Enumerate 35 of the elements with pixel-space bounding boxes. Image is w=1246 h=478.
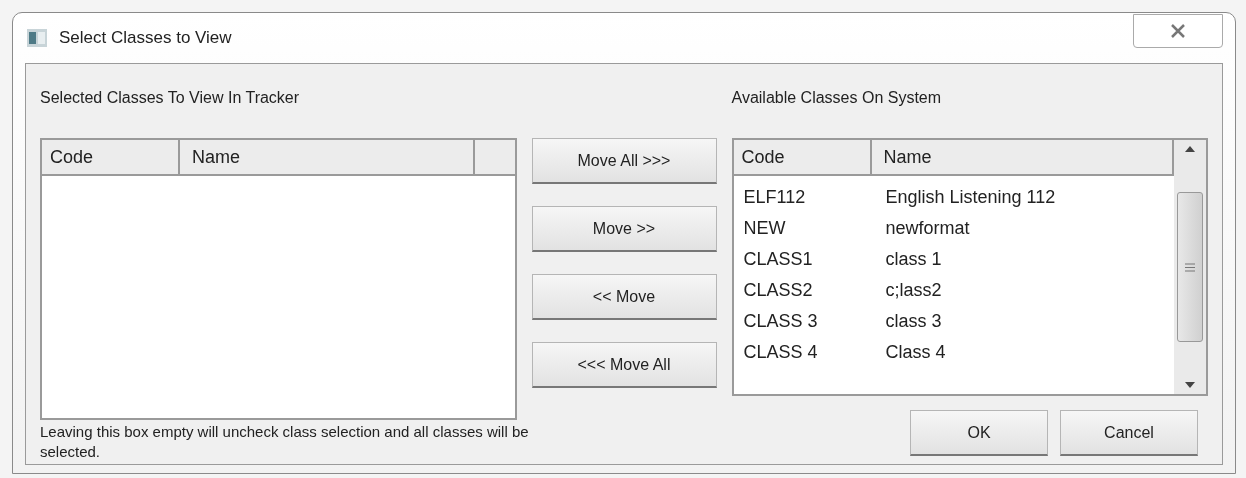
class-name[interactable]: c;lass2 bbox=[871, 277, 956, 304]
class-code[interactable]: CLASS 3 bbox=[733, 308, 872, 335]
scrollbar[interactable] bbox=[1174, 140, 1206, 394]
class-name[interactable]: class 3 bbox=[871, 308, 956, 335]
close-icon bbox=[1170, 24, 1186, 38]
available-classes-list[interactable]: Code Name ELF112 English Listening 112 NEW newformat CLASS1 class 1 CLASS2 c;lass2 CLASS 3 class 3 CLASS 4 Class 4 bbox=[731, 138, 1208, 396]
grip-icon bbox=[1185, 262, 1195, 272]
class-name[interactable]: Class 4 bbox=[871, 339, 960, 366]
class-name[interactable]: class 1 bbox=[871, 246, 956, 273]
action-button[interactable]: Cancel bbox=[1060, 410, 1198, 456]
action-button[interactable]: Move All >>> bbox=[531, 138, 717, 184]
action-button[interactable]: OK bbox=[910, 410, 1048, 456]
class-code[interactable]: CLASS2 bbox=[733, 277, 872, 304]
window-icon bbox=[27, 29, 47, 47]
action-button[interactable]: << Move bbox=[531, 274, 717, 320]
column-header[interactable]: Code bbox=[42, 140, 180, 174]
action-button[interactable]: Move >> bbox=[531, 206, 717, 252]
selected-classes-list[interactable]: Code Name bbox=[40, 138, 517, 420]
action-button[interactable]: <<< Move All bbox=[531, 342, 717, 388]
class-code[interactable]: ELF112 bbox=[733, 184, 872, 211]
class-name[interactable]: newformat bbox=[871, 215, 984, 242]
help-text: Leaving this box empty will uncheck class selection and all classes will be selected. bbox=[40, 422, 530, 462]
scroll-down-icon bbox=[1185, 382, 1195, 388]
close-button[interactable] bbox=[1133, 14, 1223, 48]
class-name[interactable]: English Listening 112 bbox=[871, 184, 1070, 211]
window-title: Select Classes to View bbox=[59, 27, 232, 50]
class-code[interactable]: CLASS 4 bbox=[733, 339, 872, 366]
class-code[interactable]: NEW bbox=[733, 215, 872, 242]
scroll-thumb[interactable] bbox=[1177, 192, 1203, 342]
list-label: Selected Classes To View In Tracker bbox=[40, 88, 301, 108]
scroll-up-icon bbox=[1185, 146, 1195, 152]
class-code[interactable]: CLASS1 bbox=[733, 246, 872, 273]
list-label: Available Classes On System bbox=[731, 88, 943, 108]
column-header[interactable]: Code bbox=[733, 140, 872, 174]
column-header[interactable]: Name bbox=[180, 140, 475, 174]
